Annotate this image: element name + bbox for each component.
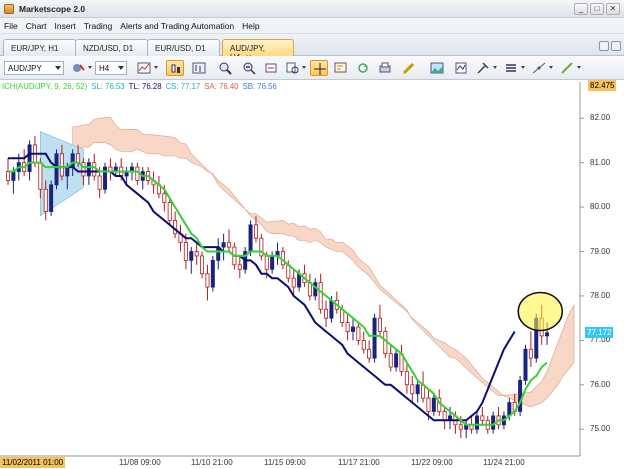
candle-body — [329, 299, 334, 319]
candle-body — [221, 242, 226, 248]
candle-body — [11, 171, 16, 181]
current-price-tag: 77.172 — [585, 326, 614, 338]
candle-body — [356, 326, 361, 341]
legend-indicator: ICH(AUD/JPY, 9, 26, 52) — [2, 82, 88, 91]
candle-body — [135, 166, 140, 181]
x-tick-label: 11/17 21:00 — [338, 458, 380, 467]
candle-body — [318, 282, 323, 310]
candle-body — [76, 153, 81, 164]
candle-body — [38, 162, 43, 190]
candle-body — [253, 224, 258, 239]
x-tick-label: 11/15 09:00 — [264, 458, 306, 467]
y-tick-label: 79.00 — [590, 246, 611, 256]
candle-body — [103, 166, 108, 190]
candle-body — [194, 251, 199, 257]
legend-tl: TL: 76.28 — [128, 82, 162, 91]
candle-body — [280, 251, 285, 266]
candle-body — [189, 251, 194, 261]
kijun-sen-line — [8, 152, 516, 422]
candle-body — [43, 188, 48, 212]
legend-sb: SB: 76.56 — [242, 82, 277, 91]
candle-body — [49, 184, 54, 212]
candle-body — [350, 326, 355, 332]
candle-body — [54, 153, 59, 186]
indicator-legend: ICH(AUD/JPY, 9, 26, 52) SL: 76.53 TL: 76.2… — [2, 82, 281, 91]
candle-body — [518, 379, 523, 412]
candle-body — [324, 308, 329, 319]
candle-body — [200, 255, 205, 275]
candle-body — [361, 339, 366, 350]
candle-body — [264, 255, 269, 270]
y-axis-top-tag: 82.475 — [588, 80, 617, 91]
y-tick-label: 78.00 — [590, 290, 611, 300]
candle-body — [70, 153, 75, 168]
candle-body — [394, 353, 399, 368]
candle-body — [27, 144, 32, 172]
highlight-circle — [517, 291, 564, 332]
candle-body — [270, 255, 275, 270]
candle-body — [545, 332, 550, 337]
candle-body — [237, 264, 242, 270]
x-tick-label: 11/24 21:00 — [483, 458, 525, 467]
candle-body — [6, 171, 11, 181]
candle-body — [86, 162, 91, 177]
candle-body — [65, 166, 70, 177]
candle-body — [474, 415, 479, 430]
candle-body — [227, 242, 232, 248]
y-tick-label: 82.00 — [590, 113, 611, 123]
y-tick-label: 80.00 — [590, 202, 611, 212]
candle-body — [210, 259, 215, 288]
candle-body — [97, 175, 102, 190]
candle-body — [291, 277, 296, 288]
candle-body — [480, 415, 485, 421]
candle-body — [372, 317, 377, 359]
candle-body — [81, 162, 86, 177]
tenkan-sen-line — [8, 161, 548, 426]
candle-body — [442, 411, 447, 421]
x-tick-label: 11/10 21:00 — [191, 458, 233, 467]
candle-body — [248, 224, 253, 252]
candle-body — [410, 384, 415, 395]
legend-cs: CS: 77.17 — [165, 82, 201, 91]
candle-body — [367, 348, 372, 359]
y-tick-label: 81.00 — [590, 157, 611, 167]
candle-body — [523, 348, 528, 381]
ichimoku-chart[interactable] — [0, 0, 624, 469]
candle-body — [426, 397, 431, 412]
candle-body — [388, 353, 393, 368]
legend-sl: SL: 76.53 — [91, 82, 125, 91]
candle-body — [528, 348, 533, 359]
candle-body — [404, 371, 409, 386]
candle-body — [167, 202, 172, 221]
x-axis-start-tag: 11/02/2011 01:00 — [0, 457, 66, 468]
candle-body — [183, 242, 188, 261]
legend-sa: SA: 76.40 — [204, 82, 239, 91]
candle-body — [162, 193, 167, 204]
candle-body — [205, 273, 210, 288]
candle-body — [59, 153, 64, 177]
y-tick-label: 75.00 — [590, 424, 611, 434]
candle-body — [431, 397, 436, 412]
x-tick-label: 11/08 09:00 — [119, 458, 161, 467]
candle-body — [415, 384, 420, 395]
x-tick-label: 11/22 09:00 — [411, 458, 453, 467]
candle-body — [345, 322, 350, 332]
candle-body — [458, 424, 463, 430]
y-tick-label: 76.00 — [590, 379, 611, 389]
candle-body — [377, 317, 382, 332]
